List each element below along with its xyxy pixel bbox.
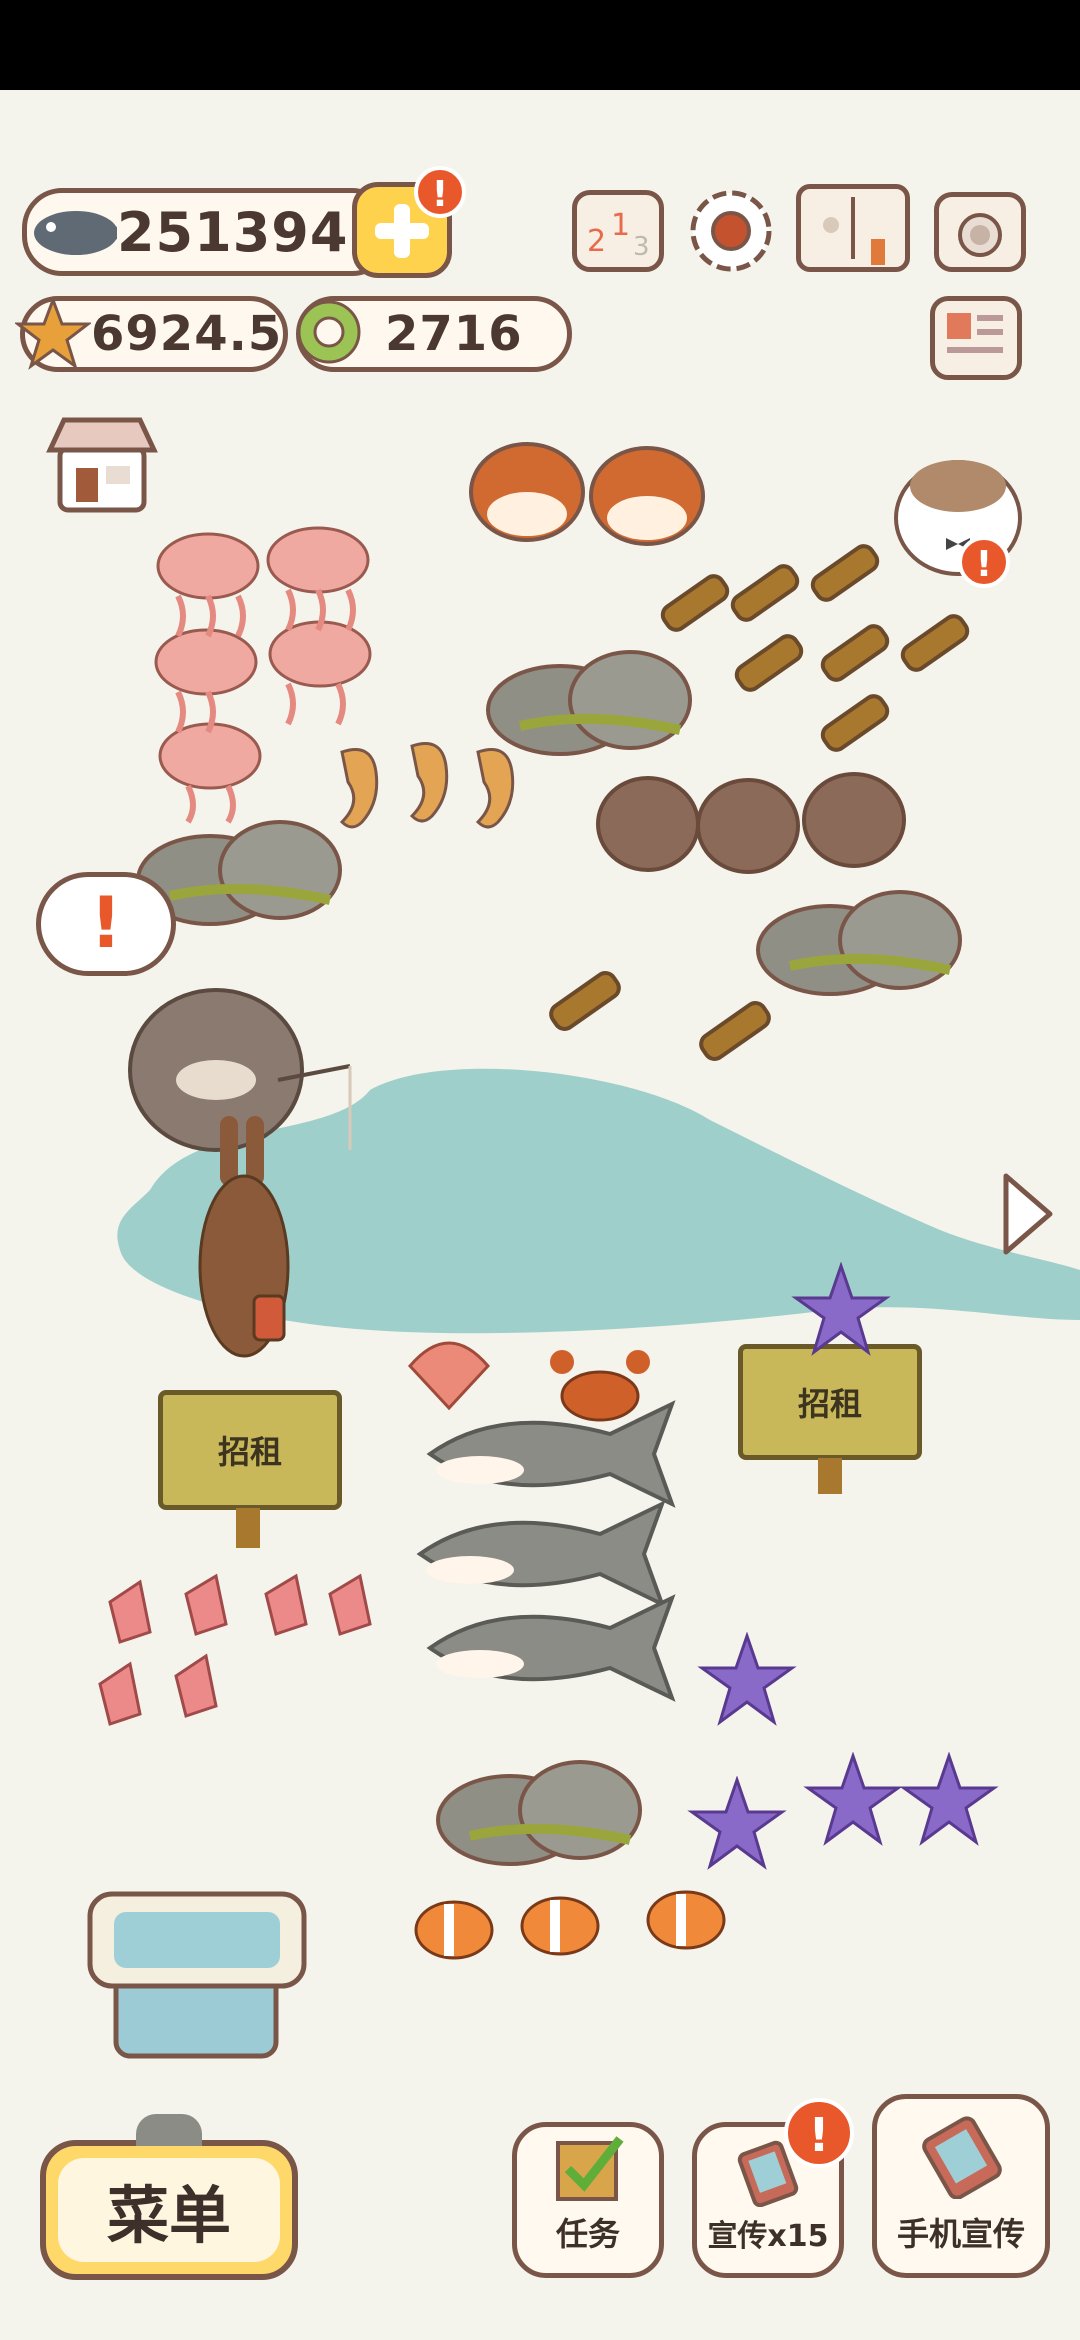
for-rent-label: 招租	[217, 1433, 282, 1471]
next-area-arrow-icon[interactable]	[996, 1168, 1058, 1260]
newspaper-icon[interactable]	[930, 296, 1022, 380]
for-rent-sign-left[interactable]: 招租	[158, 1390, 342, 1510]
fish-count: 2513942	[116, 200, 387, 264]
status-bar	[0, 0, 1080, 90]
phone-promotion-button[interactable]: 手机宣传	[872, 2094, 1050, 2278]
driftwood-group	[549, 971, 771, 1061]
checklist-icon	[556, 2136, 624, 2201]
phone-promotion-button-label: 手机宣传	[896, 2215, 1025, 2253]
menu-handle	[136, 2114, 202, 2146]
svg-text:2: 2	[587, 224, 606, 259]
star-count: 6924.5	[91, 306, 283, 362]
seahorse-group	[339, 742, 515, 829]
settings-gear-icon[interactable]	[686, 186, 776, 276]
fish-tank[interactable]	[76, 1886, 320, 2066]
ranking-icon[interactable]: 213	[572, 190, 664, 272]
rabbit-visitor[interactable]	[190, 1116, 310, 1376]
starfish	[697, 1632, 797, 1726]
fish-icon	[34, 211, 117, 255]
tasks-button[interactable]: 任务	[512, 2122, 664, 2278]
for-rent-label: 招租	[797, 1385, 862, 1423]
flatfish-group	[596, 772, 906, 874]
starfish	[687, 1776, 787, 1870]
life-ring-icon	[297, 300, 361, 364]
cat-alert-badge: !	[958, 536, 1010, 588]
menu-button-label: 菜单	[106, 2179, 231, 2252]
promotion-alert-badge: !	[784, 2098, 854, 2168]
phone-promo-icon	[922, 2116, 1002, 2199]
starfish	[791, 1262, 891, 1356]
sign-post	[818, 1458, 842, 1494]
catalog-book-icon[interactable]	[796, 184, 910, 272]
starfish	[899, 1752, 999, 1846]
star-currency-pill: 6924.5	[15, 296, 288, 372]
ring-count: 2716	[385, 306, 523, 362]
svg-text:3: 3	[633, 232, 650, 262]
clownfish-group	[414, 1890, 726, 1960]
alert-exclamation: !	[90, 882, 122, 964]
add-currency-alert-badge: !	[414, 166, 466, 218]
svg-text:1: 1	[611, 208, 630, 243]
shop-icon[interactable]	[46, 412, 158, 516]
rock-cluster	[436, 1760, 642, 1866]
menu-button[interactable]: 菜单	[40, 2140, 298, 2280]
fish-currency-pill: 2513942	[22, 188, 392, 276]
promotion-button-label: 宣传x15	[707, 2219, 829, 2254]
star-icon	[15, 296, 91, 370]
starfish	[803, 1752, 903, 1846]
squid-group	[98, 1573, 372, 1726]
camera-icon[interactable]	[934, 192, 1026, 272]
shark-group	[416, 1400, 676, 1702]
tasks-button-label: 任务	[555, 2215, 620, 2253]
sign-post	[236, 1508, 260, 1548]
ring-currency-pill: 2716	[296, 296, 572, 372]
alert-speech-bubble[interactable]: !	[36, 872, 176, 976]
